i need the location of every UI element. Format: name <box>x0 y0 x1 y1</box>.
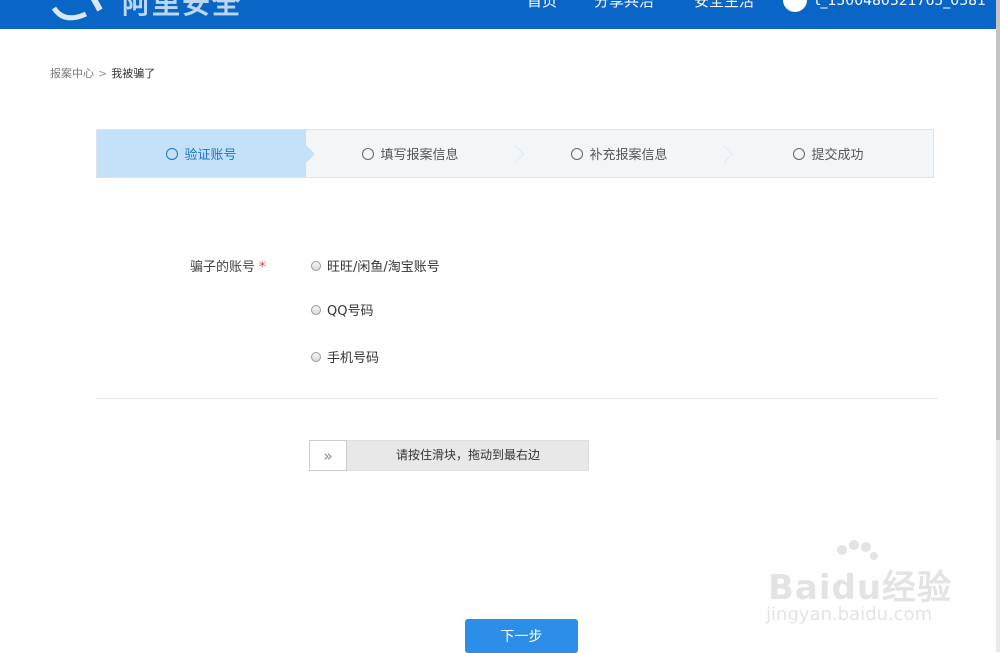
slider-captcha[interactable]: » 请按住滑块，拖动到最右边 <box>309 440 589 471</box>
logo-icon <box>51 0 103 21</box>
scammer-account-label: 骗子的账号 * <box>190 256 266 275</box>
step-circle-icon <box>571 147 584 160</box>
watermark-url: jingyan.baidu.com <box>766 604 933 625</box>
step-arrow-icon <box>724 146 732 162</box>
radio-option-qq[interactable]: QQ号码 <box>311 300 373 319</box>
slider-instruction: 请按住滑块，拖动到最右边 <box>395 448 540 462</box>
radio-label[interactable]: 手机号码 <box>327 347 379 366</box>
progress-steps: 验证账号 填写报案信息 补充报案信息 提交成功 <box>96 129 934 178</box>
radio-button[interactable] <box>311 304 321 315</box>
step-circle-icon <box>166 147 179 160</box>
radio-option-wangwang[interactable]: 旺旺/闲鱼/淘宝账号 <box>311 256 440 275</box>
step-verify-account: 验证账号 <box>97 130 315 177</box>
field-label-text: 骗子的账号 <box>190 260 256 275</box>
radio-button[interactable] <box>311 351 321 362</box>
baidu-jingyan-watermark: Baidu经验 jingyan.baidu.com <box>762 540 952 635</box>
nav-share[interactable]: 分享共治 <box>594 0 654 12</box>
scrollbar-thumb[interactable] <box>996 0 1000 440</box>
next-step-button[interactable]: 下一步 <box>465 619 578 653</box>
step-label: 提交成功 <box>811 148 864 163</box>
user-name[interactable]: t_1500480321765_0381 <box>815 0 986 12</box>
step-supplement-report: 补充报案信息 <box>515 130 733 177</box>
step-label: 填写报案信息 <box>380 148 459 163</box>
radio-button[interactable] <box>311 260 321 271</box>
step-submitted: 提交成功 <box>724 130 933 177</box>
step-fill-report: 填写报案信息 <box>306 130 524 177</box>
step-label: 补充报案信息 <box>589 148 668 163</box>
required-mark: * <box>259 260 266 275</box>
step-arrow-icon <box>306 146 314 162</box>
top-navbar: 阿里安全 首页 分享共治 安全生活 t_1500480321765_0381 <box>0 0 996 29</box>
nav-home[interactable]: 首页 <box>527 0 557 12</box>
step-circle-icon <box>793 147 806 160</box>
step-label: 验证账号 <box>184 148 237 163</box>
step-circle-icon <box>362 147 375 160</box>
nav-safe-life[interactable]: 安全生活 <box>694 0 754 12</box>
watermark-brand: Baidu经验 <box>768 568 953 608</box>
breadcrumb: 报案中心 > 我被骗了 <box>50 67 155 81</box>
double-chevron-right-icon: » <box>323 446 333 465</box>
logo-text: 阿里安全 <box>122 0 243 20</box>
breadcrumb-report-center[interactable]: 报案中心 <box>50 67 94 80</box>
page-scrollbar[interactable] <box>996 0 1000 652</box>
slider-handle[interactable]: » <box>309 440 347 471</box>
divider <box>96 398 938 399</box>
radio-option-phone[interactable]: 手机号码 <box>311 347 379 366</box>
step-arrow-icon <box>515 146 523 162</box>
radio-label[interactable]: QQ号码 <box>327 300 373 319</box>
breadcrumb-current: 我被骗了 <box>111 67 156 80</box>
breadcrumb-separator: > <box>98 67 108 80</box>
radio-label[interactable]: 旺旺/闲鱼/淘宝账号 <box>327 256 440 275</box>
avatar[interactable] <box>783 0 807 12</box>
